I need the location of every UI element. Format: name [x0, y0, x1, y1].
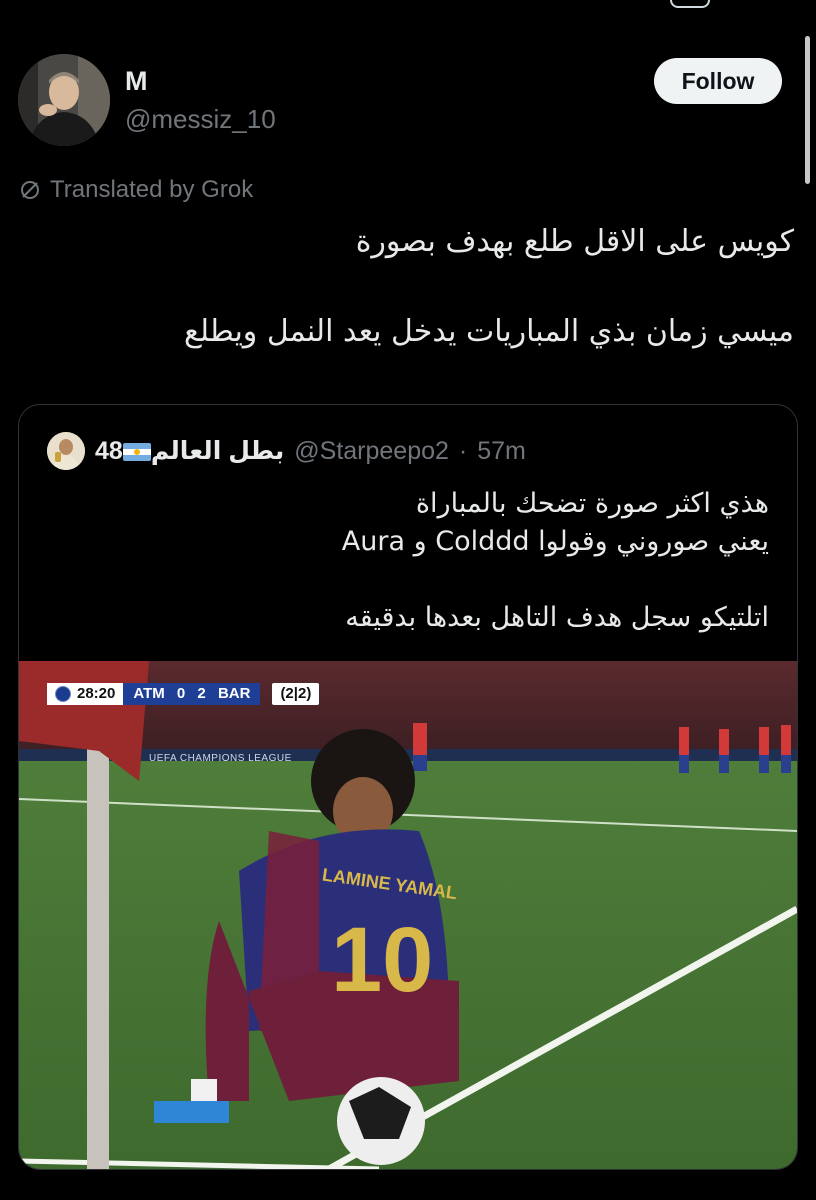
quoted-tweet-header: بطل العالم 48 @Starpeepo2 · 57m [47, 431, 526, 471]
quoted-author-name[interactable]: بطل العالم 48 [95, 436, 284, 466]
follow-button[interactable]: Follow [654, 58, 782, 104]
author-handle[interactable]: @messiz_10 [125, 104, 276, 135]
quoted-separator: · [458, 436, 468, 465]
quoted-tweet-card[interactable]: بطل العالم 48 @Starpeepo2 · 57m هذي اكثر … [18, 404, 798, 1170]
match-scoreboard: 28:20 ATM 0 2 BAR (2|2) [47, 683, 320, 705]
match-score: ATM 0 2 BAR [123, 683, 261, 705]
top-edge-remnant [670, 0, 710, 8]
match-photo-image: LAMINE YAMAL 10 [19, 661, 797, 1169]
tweet-line-1: كويس على الاقل طلع بهدف بصورة [355, 224, 794, 259]
quoted-name-prefix: بطل العالم [150, 437, 285, 465]
tweet-line-2: ميسي زمان بذي المباريات يدخل يعد النمل و… [183, 314, 794, 349]
author-name[interactable]: M [125, 66, 148, 97]
argentina-flag-icon [122, 443, 151, 462]
quoted-author-avatar[interactable] [47, 432, 85, 470]
quoted-line-1: هذي اكثر صورة تضحك بالمباراة [415, 488, 769, 519]
tweet-text: كويس على الاقل طلع بهدف بصورة ميسي زمان … [34, 222, 794, 352]
clock-value: 28:20 [77, 685, 116, 702]
quoted-line-2: يعني صوروني وقولوا Colddd و Aura [341, 526, 769, 557]
quoted-tweet-photo[interactable]: LAMINE YAMAL 10 UEFA CHAMPIONS LEAGUE 28… [19, 661, 797, 1169]
stadium-board-text: UEFA CHAMPIONS LEAGUE [149, 753, 292, 764]
translate-slash-icon [21, 181, 39, 199]
translated-label: Translated by Grok [50, 176, 254, 203]
author-avatar[interactable] [18, 54, 110, 146]
author-avatar-image [18, 54, 110, 146]
match-clock: 28:20 [47, 683, 124, 705]
quoted-tweet-text: هذي اكثر صورة تضحك بالمباراة يعني صوروني… [49, 485, 769, 637]
quoted-line-3: اتلتيكو سجل هدف التاهل بعدها بدقيقه [345, 602, 769, 633]
quoted-author-handle[interactable]: @Starpeepo2 [294, 437, 449, 466]
quoted-name-suffix: 48 [95, 437, 123, 465]
scrollbar[interactable] [805, 36, 810, 184]
aggregate-score: (2|2) [272, 683, 320, 705]
translated-by-grok[interactable]: Translated by Grok [18, 176, 253, 204]
jersey-number-text: 10 [331, 909, 433, 1011]
champions-league-icon [55, 686, 71, 702]
quoted-avatar-image [47, 432, 85, 470]
quoted-timestamp[interactable]: 57m [477, 437, 526, 466]
